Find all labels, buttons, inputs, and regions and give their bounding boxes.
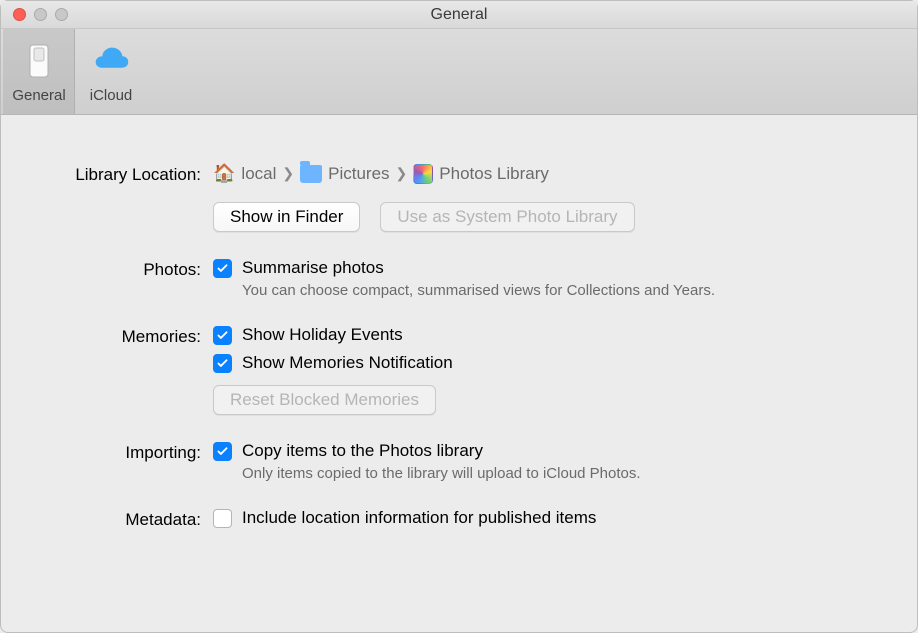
path-seg-label: local	[241, 164, 276, 184]
chevron-right-icon: ❯	[282, 165, 294, 182]
copy-items-label: Copy items to the Photos library	[242, 441, 483, 461]
include-location-label: Include location information for publish…	[242, 508, 596, 528]
minimize-window-button[interactable]	[34, 8, 47, 21]
library-path-breadcrumb: 🏠 local ❯ Pictures ❯ Photos Library	[213, 163, 877, 184]
window-title: General	[1, 6, 917, 24]
path-seg-label: Pictures	[328, 164, 389, 184]
copy-items-help: Only items copied to the library will up…	[242, 465, 877, 482]
icloud-cloud-icon	[89, 39, 133, 83]
path-seg-home: 🏠 local	[213, 163, 276, 184]
preferences-content: Library Location: 🏠 local ❯ Pictures ❯ P…	[1, 115, 917, 562]
row-library-location: Library Location: 🏠 local ❯ Pictures ❯ P…	[41, 163, 877, 232]
path-seg-label: Photos Library	[439, 164, 549, 184]
home-icon: 🏠	[213, 163, 235, 184]
tab-general[interactable]: General	[3, 28, 75, 114]
folder-icon	[300, 165, 322, 183]
show-holiday-events-checkbox[interactable]	[213, 326, 232, 345]
show-memories-notification-checkbox[interactable]	[213, 354, 232, 373]
summarise-photos-checkbox[interactable]	[213, 259, 232, 278]
library-location-label: Library Location:	[41, 163, 213, 185]
path-seg-pictures: Pictures	[300, 164, 389, 184]
summarise-photos-label: Summarise photos	[242, 258, 384, 278]
preferences-toolbar: General iCloud	[1, 29, 917, 115]
path-seg-photos-library: Photos Library	[413, 164, 549, 184]
chevron-right-icon: ❯	[396, 165, 408, 182]
reset-blocked-memories-button: Reset Blocked Memories	[213, 385, 436, 415]
row-memories: Memories: Show Holiday Events Show Memor…	[41, 325, 877, 415]
show-memories-notification-label: Show Memories Notification	[242, 353, 453, 373]
include-location-checkbox[interactable]	[213, 509, 232, 528]
show-holiday-events-label: Show Holiday Events	[242, 325, 403, 345]
summarise-photos-help: You can choose compact, summarised views…	[242, 282, 877, 299]
tab-label: iCloud	[90, 87, 133, 104]
metadata-label: Metadata:	[41, 508, 213, 530]
row-importing: Importing: Copy items to the Photos libr…	[41, 441, 877, 482]
copy-items-checkbox[interactable]	[213, 442, 232, 461]
photos-label: Photos:	[41, 258, 213, 280]
use-as-system-library-button: Use as System Photo Library	[380, 202, 634, 232]
zoom-window-button[interactable]	[55, 8, 68, 21]
memories-label: Memories:	[41, 325, 213, 347]
window-controls	[13, 8, 68, 21]
titlebar: General	[1, 1, 917, 29]
tab-icloud[interactable]: iCloud	[75, 28, 147, 114]
tab-label: General	[12, 87, 65, 104]
importing-label: Importing:	[41, 441, 213, 463]
photos-library-icon	[413, 164, 433, 184]
show-in-finder-button[interactable]: Show in Finder	[213, 202, 360, 232]
general-switch-icon	[17, 39, 61, 83]
row-metadata: Metadata: Include location information f…	[41, 508, 877, 532]
row-photos: Photos: Summarise photos You can choose …	[41, 258, 877, 299]
close-window-button[interactable]	[13, 8, 26, 21]
